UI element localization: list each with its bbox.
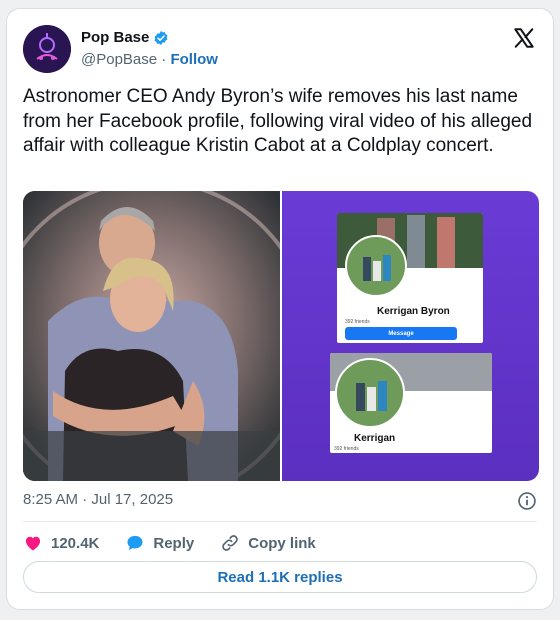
follow-button[interactable]: Follow (170, 51, 218, 68)
fb-message-label: Message (388, 330, 414, 337)
tweet-actions: 120.4K Reply Copy link (23, 531, 342, 555)
link-icon (222, 535, 239, 551)
author-handle[interactable]: @PopBase (81, 51, 157, 68)
read-replies-button[interactable]: Read 1.1K replies (23, 561, 537, 593)
divider (23, 521, 537, 522)
author-name[interactable]: Pop Base (81, 29, 149, 46)
tweet-text: Astronomer CEO Andy Byron’s wife removes… (23, 86, 533, 156)
x-logo-icon[interactable] (513, 27, 535, 49)
like-count: 120.4K (51, 534, 100, 552)
like-button[interactable]: 120.4K (23, 533, 99, 553)
fb-message-button: Message (345, 327, 457, 340)
reply-button[interactable]: Reply (125, 533, 194, 553)
copy-link-button[interactable]: Copy link (220, 533, 316, 553)
fb-top-name: Kerrigan Byron (377, 306, 450, 317)
tweet-card: Pop Base @PopBase · Follow Astronomer CE… (6, 8, 554, 610)
author-avatar[interactable] (23, 25, 71, 73)
facebook-profile-bottom: Kerrigan 392 friends (330, 353, 492, 453)
facebook-profile-top: Kerrigan Byron 392 friends Message (337, 213, 483, 343)
author-handle-row: @PopBase · Follow (81, 51, 218, 68)
reply-label: Reply (153, 534, 195, 552)
author-name-row: Pop Base (81, 29, 169, 46)
copy-link-label: Copy link (248, 534, 316, 552)
info-icon[interactable] (517, 491, 537, 511)
read-replies-label: Read 1.1K replies (217, 568, 343, 586)
concert-photo[interactable] (23, 191, 280, 481)
fb-top-friends: 392 friends (345, 319, 370, 325)
handle-separator: · (161, 51, 167, 68)
tweet-media[interactable]: Kerrigan Byron 392 friends Message Kerri… (23, 191, 539, 481)
verified-badge-icon (154, 30, 168, 45)
facebook-screenshot[interactable]: Kerrigan Byron 392 friends Message Kerri… (282, 191, 539, 481)
heart-icon (25, 536, 41, 551)
fb-bottom-friends: 392 friends (334, 446, 359, 452)
tweet-timestamp[interactable]: 8:25 AM · Jul 17, 2025 (23, 491, 173, 508)
fb-bottom-name: Kerrigan (354, 433, 396, 444)
reply-bubble-icon (127, 535, 143, 551)
